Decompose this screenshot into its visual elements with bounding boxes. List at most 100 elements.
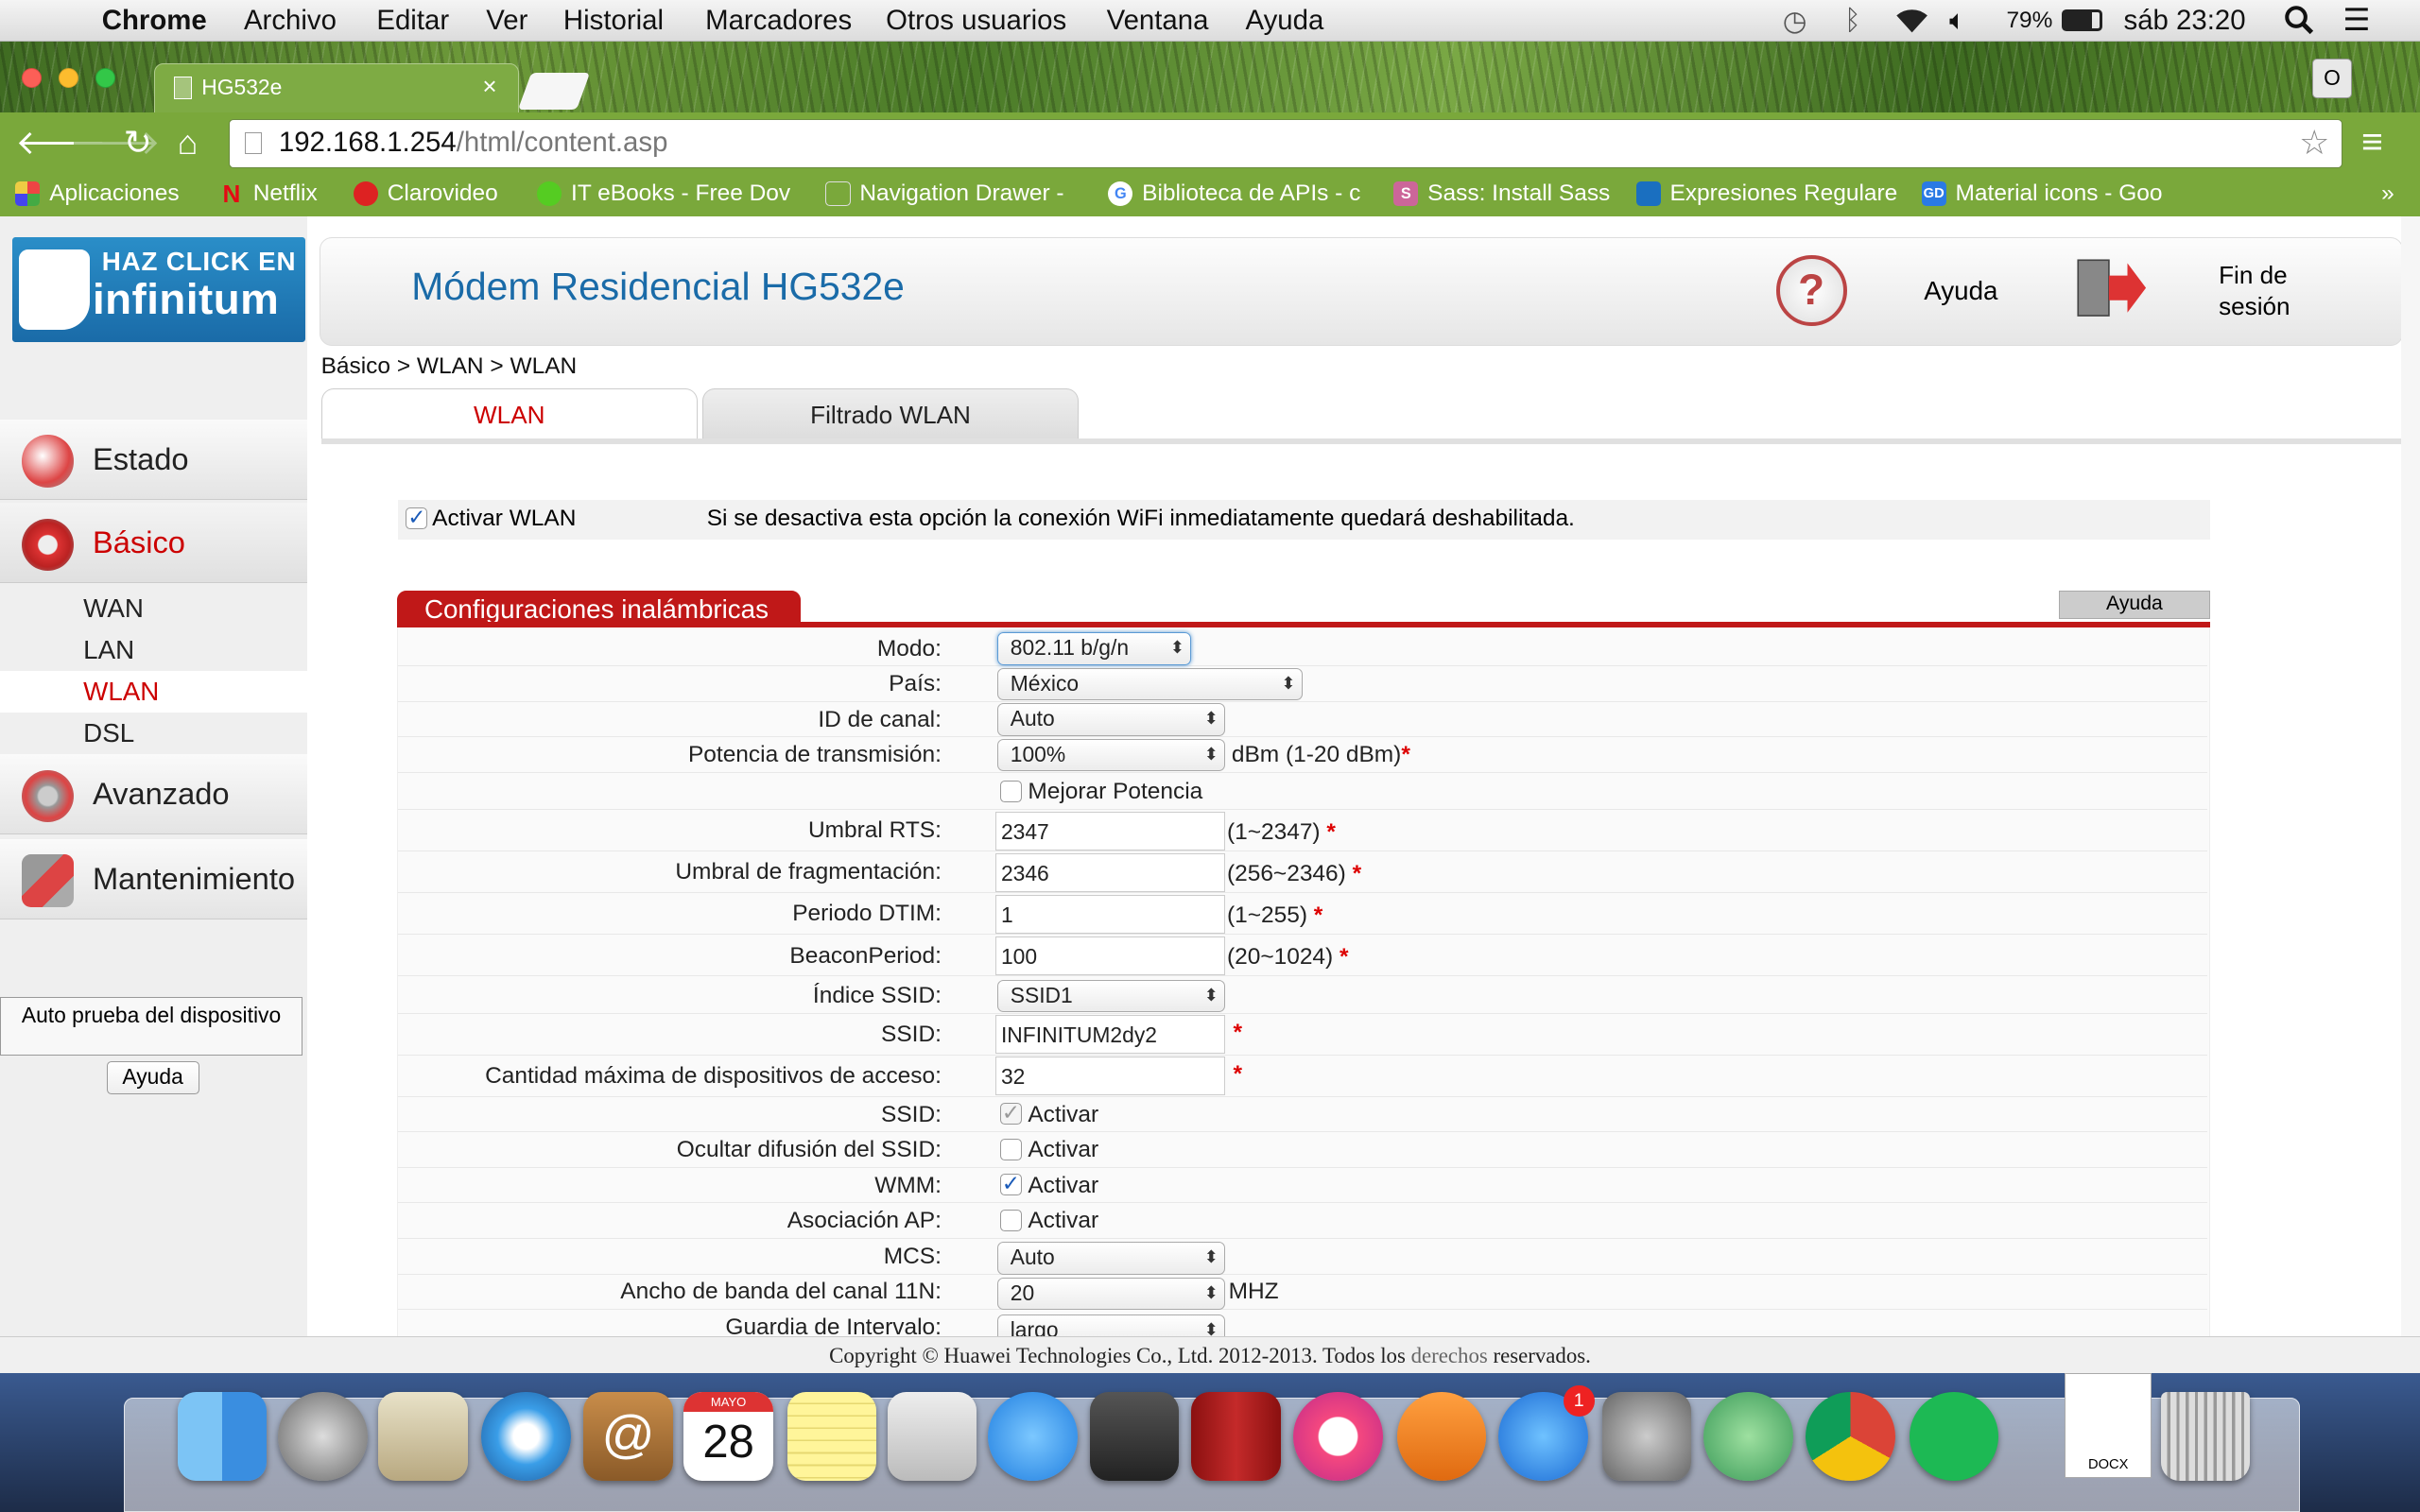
close-window-icon[interactable] — [21, 67, 43, 89]
nav-sub-dsl[interactable]: DSL — [0, 713, 307, 754]
help-icon[interactable]: ? — [1775, 255, 1847, 327]
dtim-input[interactable]: 1 — [995, 894, 1226, 934]
ssid-input[interactable]: INFINITUM2dy2 — [995, 1015, 1226, 1055]
menu-ver[interactable]: Ver — [486, 5, 527, 37]
section-help-button[interactable]: Ayuda — [2058, 591, 2210, 619]
bookmark-regex[interactable]: Expresiones Regulare — [1635, 180, 1897, 207]
bookmark-navigation-drawer[interactable]: Navigation Drawer - — [825, 180, 1064, 207]
chrome-menu-icon[interactable]: ≡ — [2361, 124, 2383, 161]
app-store-icon[interactable]: 1 — [1498, 1385, 1595, 1482]
menu-archivo[interactable]: Archivo — [244, 5, 337, 37]
sidebar-help-button[interactable]: Ayuda — [106, 1061, 199, 1094]
minimize-window-icon[interactable] — [59, 67, 79, 89]
menu-historial[interactable]: Historial — [563, 5, 664, 37]
itunes-icon[interactable] — [1293, 1391, 1383, 1482]
home-icon[interactable]: ⌂ — [178, 124, 199, 161]
address-bar[interactable]: 192.168.1.254/html/content.asp ☆ — [228, 118, 2343, 168]
nav-mantenimiento[interactable]: Mantenimiento — [0, 839, 307, 920]
finder-icon[interactable] — [177, 1391, 268, 1482]
ap-isolation-checkbox[interactable] — [999, 1209, 1022, 1231]
photo-booth-icon[interactable] — [1191, 1391, 1282, 1482]
browser-tab[interactable]: HG532e × — [154, 62, 519, 113]
menu-ayuda[interactable]: Ayuda — [1246, 5, 1324, 37]
tab-filtrado-wlan[interactable]: Filtrado WLAN — [701, 388, 1080, 438]
spotify-icon[interactable] — [1909, 1391, 1999, 1482]
ssid-enable-checkbox[interactable]: ✓ — [999, 1102, 1022, 1125]
ssid-index-select[interactable]: SSID1 — [996, 979, 1226, 1012]
bookmark-google-apis[interactable]: G Biblioteca de APIs - c — [1108, 180, 1360, 207]
notes-icon[interactable] — [786, 1391, 877, 1482]
power-select[interactable]: 100% — [996, 739, 1226, 772]
boost-checkbox[interactable] — [999, 781, 1022, 802]
bookmarks-overflow-icon[interactable]: » — [2381, 180, 2394, 207]
menu-editar[interactable]: Editar — [376, 5, 449, 37]
wifi-icon[interactable] — [1893, 5, 1930, 43]
enable-wlan-row: ✓ Activar WLAN Si se desactiva esta opci… — [398, 499, 2210, 541]
facetime-icon[interactable] — [1089, 1391, 1180, 1482]
menu-marcadores[interactable]: Marcadores — [705, 5, 852, 37]
hide-ssid-checkbox[interactable] — [999, 1138, 1022, 1160]
mcs-select[interactable]: Auto — [996, 1242, 1226, 1275]
logout-icon[interactable] — [2075, 257, 2147, 318]
bookmark-it-ebooks[interactable]: IT eBooks - Free Dov — [537, 180, 790, 207]
tab-wlan[interactable]: WLAN — [320, 388, 698, 438]
spotlight-icon[interactable] — [2284, 5, 2315, 43]
nav-estado[interactable]: Estado — [0, 420, 307, 500]
nav-avanzado[interactable]: Avanzado — [0, 754, 307, 835]
chrome-dock-icon[interactable] — [1806, 1391, 1895, 1482]
time-machine-icon[interactable]: ◷ — [1783, 5, 1807, 38]
volume-icon[interactable]: 🔈︎ — [1949, 5, 1966, 37]
safari-icon[interactable] — [481, 1391, 572, 1482]
bookmark-netflix[interactable]: N Netflix — [219, 180, 317, 207]
zoom-window-icon[interactable] — [95, 67, 116, 89]
profile-button[interactable]: O — [2311, 59, 2353, 99]
bookmark-star-icon[interactable]: ☆ — [2299, 120, 2329, 166]
menubar-clock[interactable]: sáb 23:20 — [2124, 5, 2246, 37]
nav-sub-wlan[interactable]: WLAN — [0, 671, 307, 713]
frag-input[interactable]: 2346 — [995, 852, 1226, 892]
nav-sub-wan[interactable]: WAN — [0, 588, 307, 629]
footer-rights-link[interactable]: derechos — [1411, 1344, 1488, 1367]
auto-test-button[interactable]: Auto prueba del dispositivo — [0, 996, 302, 1056]
tab-close-icon[interactable]: × — [482, 72, 496, 101]
nav-basico[interactable]: Básico — [0, 503, 307, 584]
country-select[interactable]: México — [996, 667, 1303, 701]
menu-ventana[interactable]: Ventana — [1107, 5, 1209, 37]
tab-divider — [320, 438, 2420, 445]
nav-sub-lan[interactable]: LAN — [0, 629, 307, 671]
beacon-input[interactable]: 100 — [995, 936, 1226, 975]
bandwidth-select[interactable]: 20 — [996, 1277, 1226, 1311]
menu-app-name[interactable]: Chrome — [102, 5, 207, 37]
channel-select[interactable]: Auto — [996, 703, 1226, 736]
calendar-icon[interactable]: MAYO 28 — [683, 1391, 773, 1482]
header-help-link[interactable]: Ayuda — [1924, 276, 1997, 306]
messages-icon[interactable] — [987, 1391, 1078, 1482]
reload-icon[interactable]: ↻ — [124, 124, 152, 161]
enable-wlan-checkbox[interactable]: ✓ — [406, 507, 428, 529]
bluetooth-icon[interactable]: ᛒ — [1844, 5, 1861, 37]
bookmark-clarovideo[interactable]: Clarovideo — [353, 180, 498, 207]
contacts-icon[interactable]: @ — [583, 1391, 673, 1482]
maps-icon[interactable] — [887, 1391, 977, 1482]
rts-input[interactable]: 2347 — [995, 811, 1226, 850]
trash-icon[interactable] — [2160, 1391, 2251, 1482]
wmm-checkbox[interactable]: ✓ — [999, 1173, 1022, 1196]
mode-select[interactable]: 802.11 b/g/n — [996, 632, 1192, 665]
atom-icon[interactable] — [1703, 1391, 1794, 1482]
page-scrollbar[interactable] — [2401, 215, 2420, 1336]
logout-link[interactable]: Fin de sesión — [2219, 260, 2326, 321]
bookmark-sass[interactable]: S Sass: Install Sass — [1393, 180, 1610, 207]
battery-icon[interactable] — [2062, 9, 2102, 31]
bookmark-apps[interactable]: Aplicaciones — [15, 180, 180, 207]
new-tab-button[interactable] — [517, 72, 591, 110]
mail-icon[interactable] — [378, 1391, 468, 1482]
launchpad-icon[interactable] — [277, 1391, 368, 1482]
system-preferences-icon[interactable] — [1601, 1391, 1692, 1482]
bookmark-material-icons[interactable]: GD Material icons - Goo — [1921, 180, 2162, 207]
max-devices-input[interactable]: 32 — [995, 1057, 1226, 1096]
notification-center-icon[interactable]: ☰ — [2342, 2, 2370, 38]
docx-file-icon[interactable]: DOCX — [2065, 1373, 2152, 1479]
infinitum-logo[interactable]: HAZ CLICK EN infinitum — [12, 237, 306, 343]
ibooks-icon[interactable] — [1396, 1391, 1487, 1482]
menu-otros-usuarios[interactable]: Otros usuarios — [886, 5, 1066, 37]
